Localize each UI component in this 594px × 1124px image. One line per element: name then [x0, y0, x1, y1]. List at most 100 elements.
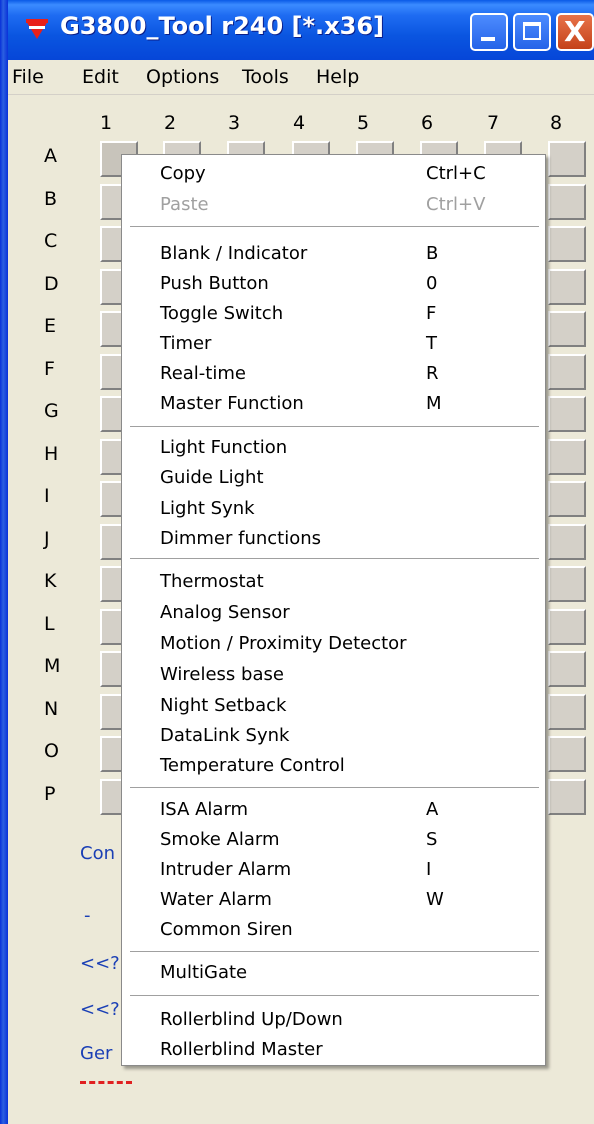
row-label: L [44, 613, 55, 635]
grid-cell-button[interactable] [548, 566, 586, 602]
menu-item-shortcut: A [426, 799, 439, 820]
menu-item-label: Copy [160, 163, 206, 184]
menu-item-shortcut: Ctrl+V [426, 194, 486, 215]
menu-separator [130, 226, 539, 228]
minimize-icon [481, 37, 495, 41]
menu-item-label: Push Button [160, 273, 269, 294]
menu-item-label: Analog Sensor [160, 602, 290, 623]
reference-link-2[interactable]: <<? [80, 999, 120, 1020]
minimize-button[interactable] [470, 13, 508, 51]
menu-item-timer[interactable]: Timer T [122, 330, 545, 360]
menu-separator [130, 558, 539, 560]
general-link[interactable]: Ger [80, 1043, 112, 1064]
column-label: 2 [164, 112, 177, 134]
menu-item-thermostat[interactable]: Thermostat [122, 568, 545, 598]
menu-item-common-siren[interactable]: Common Siren [122, 916, 545, 946]
grid-cell-button[interactable] [548, 141, 586, 177]
grid-cell-button[interactable] [548, 481, 586, 517]
menu-item-multigate[interactable]: MultiGate [122, 959, 545, 989]
menu-item-light-function[interactable]: Light Function [122, 434, 545, 464]
reference-link-1[interactable]: <<? [80, 953, 120, 974]
menu-item-motion-detector[interactable]: Motion / Proximity Detector [122, 630, 545, 660]
grid-cell-button[interactable] [548, 609, 586, 645]
menu-item-label: Paste [160, 194, 209, 215]
grid-cell-button[interactable] [548, 184, 586, 220]
grid-cell-button[interactable] [548, 226, 586, 262]
menu-item-guide-light[interactable]: Guide Light [122, 464, 545, 494]
menu-item-analog-sensor[interactable]: Analog Sensor [122, 599, 545, 629]
row-label: K [44, 570, 57, 592]
menu-item-water-alarm[interactable]: Water Alarm W [122, 886, 545, 916]
grid-cell-button[interactable] [548, 269, 586, 305]
menu-item-label: Temperature Control [160, 755, 345, 776]
menu-file[interactable]: File [12, 66, 44, 88]
menu-options[interactable]: Options [146, 66, 219, 88]
menu-item-shortcut: S [426, 829, 438, 850]
menu-item-datalink-synk[interactable]: DataLink Synk [122, 722, 545, 752]
grid-cell-button[interactable] [548, 736, 586, 772]
menu-bar: File Edit Options Tools Help [8, 60, 594, 95]
menu-item-label: Master Function [160, 393, 304, 414]
menu-help[interactable]: Help [316, 66, 359, 88]
maximize-icon [523, 22, 541, 40]
menu-item-copy[interactable]: Copy Ctrl+C [122, 160, 545, 190]
row-label: B [44, 188, 58, 210]
title-bar[interactable]: G3800_Tool r240 [*.x36] X [0, 0, 594, 60]
grid-cell-button[interactable] [548, 439, 586, 475]
menu-item-isa-alarm[interactable]: ISA Alarm A [122, 796, 545, 826]
menu-item-shortcut: M [426, 393, 442, 414]
menu-item-smoke-alarm[interactable]: Smoke Alarm S [122, 826, 545, 856]
menu-item-rollerblind-up-down[interactable]: Rollerblind Up/Down [122, 1006, 545, 1036]
menu-item-paste[interactable]: Paste Ctrl+V [122, 191, 545, 221]
menu-item-blank-indicator[interactable]: Blank / Indicator B [122, 240, 545, 270]
window-left-border [0, 0, 8, 1124]
menu-separator [130, 426, 539, 428]
menu-item-toggle-switch[interactable]: Toggle Switch F [122, 300, 545, 330]
grid-cell-button[interactable] [548, 524, 586, 560]
menu-item-intruder-alarm[interactable]: Intruder Alarm I [122, 856, 545, 886]
row-label: G [44, 400, 59, 422]
menu-tools[interactable]: Tools [242, 66, 289, 88]
menu-item-real-time[interactable]: Real-time R [122, 360, 545, 390]
menu-item-shortcut: 0 [426, 273, 438, 294]
menu-item-shortcut: I [426, 859, 432, 880]
grid-cell-button[interactable] [548, 354, 586, 390]
menu-edit[interactable]: Edit [82, 66, 119, 88]
close-button[interactable]: X [556, 13, 594, 51]
maximize-button[interactable] [513, 13, 551, 51]
menu-item-light-synk[interactable]: Light Synk [122, 495, 545, 525]
menu-item-push-button[interactable]: Push Button 0 [122, 270, 545, 300]
menu-item-temperature-control[interactable]: Temperature Control [122, 752, 545, 782]
menu-item-label: Common Siren [160, 919, 293, 940]
menu-item-shortcut: B [426, 243, 439, 264]
menu-item-dimmer-functions[interactable]: Dimmer functions [122, 525, 545, 555]
menu-item-label: Night Setback [160, 695, 287, 716]
grid-cell-button[interactable] [548, 311, 586, 347]
menu-item-label: Blank / Indicator [160, 243, 308, 264]
menu-separator [130, 995, 539, 997]
menu-item-label: Light Function [160, 437, 288, 458]
menu-item-rollerblind-master[interactable]: Rollerblind Master [122, 1036, 545, 1066]
menu-item-night-setback[interactable]: Night Setback [122, 692, 545, 722]
menu-item-label: Wireless base [160, 664, 284, 685]
red-dashed-line [80, 1081, 132, 1084]
grid-cell-button[interactable] [548, 651, 586, 687]
menu-item-label: Water Alarm [160, 889, 272, 910]
window-title: G3800_Tool r240 [*.x36] [60, 12, 385, 40]
menu-item-master-function[interactable]: Master Function M [122, 390, 545, 420]
row-label: I [44, 485, 50, 507]
menu-item-label: Motion / Proximity Detector [160, 633, 407, 654]
close-icon: X [564, 15, 586, 48]
menu-item-shortcut: W [426, 889, 444, 910]
grid-cell-button[interactable] [548, 396, 586, 432]
column-label: 1 [100, 112, 113, 134]
grid-cell-button[interactable] [548, 779, 586, 815]
menu-separator [130, 787, 539, 789]
menu-item-wireless-base[interactable]: Wireless base [122, 661, 545, 691]
grid-cell-button[interactable] [548, 694, 586, 730]
app-window: G3800_Tool r240 [*.x36] X File Edit Opti… [0, 0, 594, 1124]
config-link[interactable]: Con [80, 843, 115, 864]
context-menu: Copy Ctrl+C Paste Ctrl+V Blank / Indicat… [121, 154, 546, 1066]
row-label: N [44, 698, 59, 720]
row-label: E [44, 315, 57, 337]
